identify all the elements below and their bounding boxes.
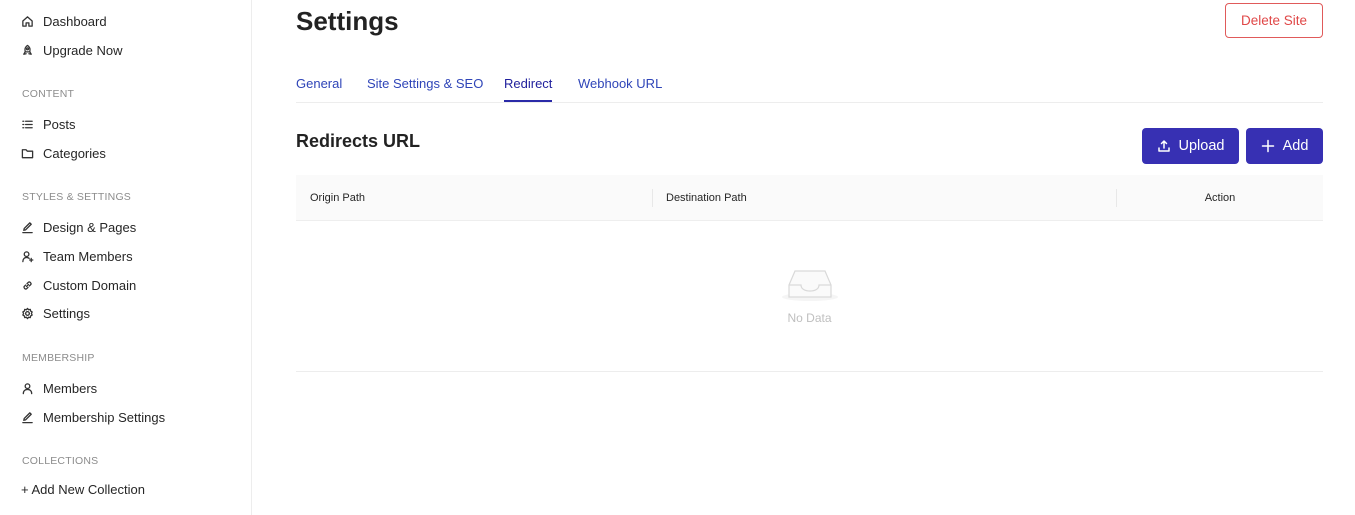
page-title: Settings: [296, 6, 399, 36]
sidebar-section-collections: COLLECTIONS: [22, 455, 99, 467]
column-divider: [652, 189, 653, 207]
upload-icon: [1157, 139, 1171, 153]
table-empty-state: No Data: [296, 221, 1323, 371]
user-icon: [21, 382, 34, 395]
sidebar-item-label: Members: [43, 380, 98, 396]
sidebar-item-membership-settings[interactable]: Membership Settings: [21, 406, 165, 428]
sidebar-section-styles-settings: STYLES & SETTINGS: [22, 191, 132, 203]
delete-site-button[interactable]: Delete Site: [1225, 3, 1323, 38]
redirects-table: Origin Path Destination Path Action No D…: [296, 175, 1323, 372]
column-header-origin-path: Origin Path: [310, 192, 366, 204]
link-icon: [21, 279, 34, 292]
sidebar-item-custom-domain[interactable]: Custom Domain: [21, 274, 136, 296]
tab-webhook-url[interactable]: Webhook URL: [578, 76, 662, 102]
sidebar-item-label: Upgrade Now: [43, 42, 123, 58]
sidebar-item-posts[interactable]: Posts: [21, 113, 76, 135]
add-button[interactable]: Add: [1246, 128, 1323, 164]
column-header-destination-path: Destination Path: [666, 192, 747, 204]
folder-icon: [21, 147, 34, 160]
sidebar-item-label: Categories: [43, 145, 106, 161]
table-header: Origin Path Destination Path Action: [296, 175, 1323, 221]
sidebar-item-label: Membership Settings: [43, 409, 166, 425]
rocket-icon: [21, 44, 34, 57]
sidebar-item-categories[interactable]: Categories: [21, 142, 106, 164]
pencil-icon: [21, 411, 34, 424]
sidebar: Dashboard Upgrade Now CONTENT Posts Cate…: [0, 0, 252, 515]
tab-site-settings-seo[interactable]: Site Settings & SEO: [367, 76, 483, 102]
plus-icon: [1261, 139, 1275, 153]
sidebar-item-label: Custom Domain: [43, 277, 137, 293]
sidebar-item-members[interactable]: Members: [21, 377, 97, 399]
tab-general[interactable]: General: [296, 76, 342, 102]
gear-icon: [21, 307, 34, 320]
list-icon: [21, 118, 34, 131]
add-new-collection-link[interactable]: + Add New Collection: [21, 482, 145, 497]
sidebar-item-upgrade-now[interactable]: Upgrade Now: [21, 39, 123, 61]
upload-button-label: Upload: [1178, 138, 1225, 154]
sidebar-item-label: Team Members: [43, 248, 133, 264]
sidebar-item-label: Settings: [43, 305, 90, 321]
home-icon: [21, 15, 34, 28]
sidebar-item-design-pages[interactable]: Design & Pages: [21, 216, 136, 238]
sidebar-item-label: Dashboard: [43, 13, 107, 29]
sidebar-item-dashboard[interactable]: Dashboard: [21, 10, 107, 32]
sidebar-item-settings[interactable]: Settings: [21, 302, 90, 324]
settings-tabs: General Site Settings & SEO Redirect Web…: [296, 68, 1323, 103]
user-plus-icon: [21, 250, 34, 263]
sidebar-section-membership: MEMBERSHIP: [22, 352, 95, 364]
sidebar-item-label: Design & Pages: [43, 219, 137, 235]
tab-redirect[interactable]: Redirect: [504, 76, 553, 102]
empty-state-text: No Data: [787, 311, 832, 325]
sidebar-item-label: Posts: [43, 116, 76, 132]
pencil-icon: [21, 221, 34, 234]
column-header-action: Action: [1204, 192, 1236, 204]
sidebar-section-content: CONTENT: [22, 88, 75, 100]
upload-button[interactable]: Upload: [1142, 128, 1239, 164]
empty-inbox-icon: [780, 265, 840, 310]
add-button-label: Add: [1282, 138, 1309, 154]
redirects-title: Redirects URL: [296, 131, 421, 151]
sidebar-item-team-members[interactable]: Team Members: [21, 245, 133, 267]
